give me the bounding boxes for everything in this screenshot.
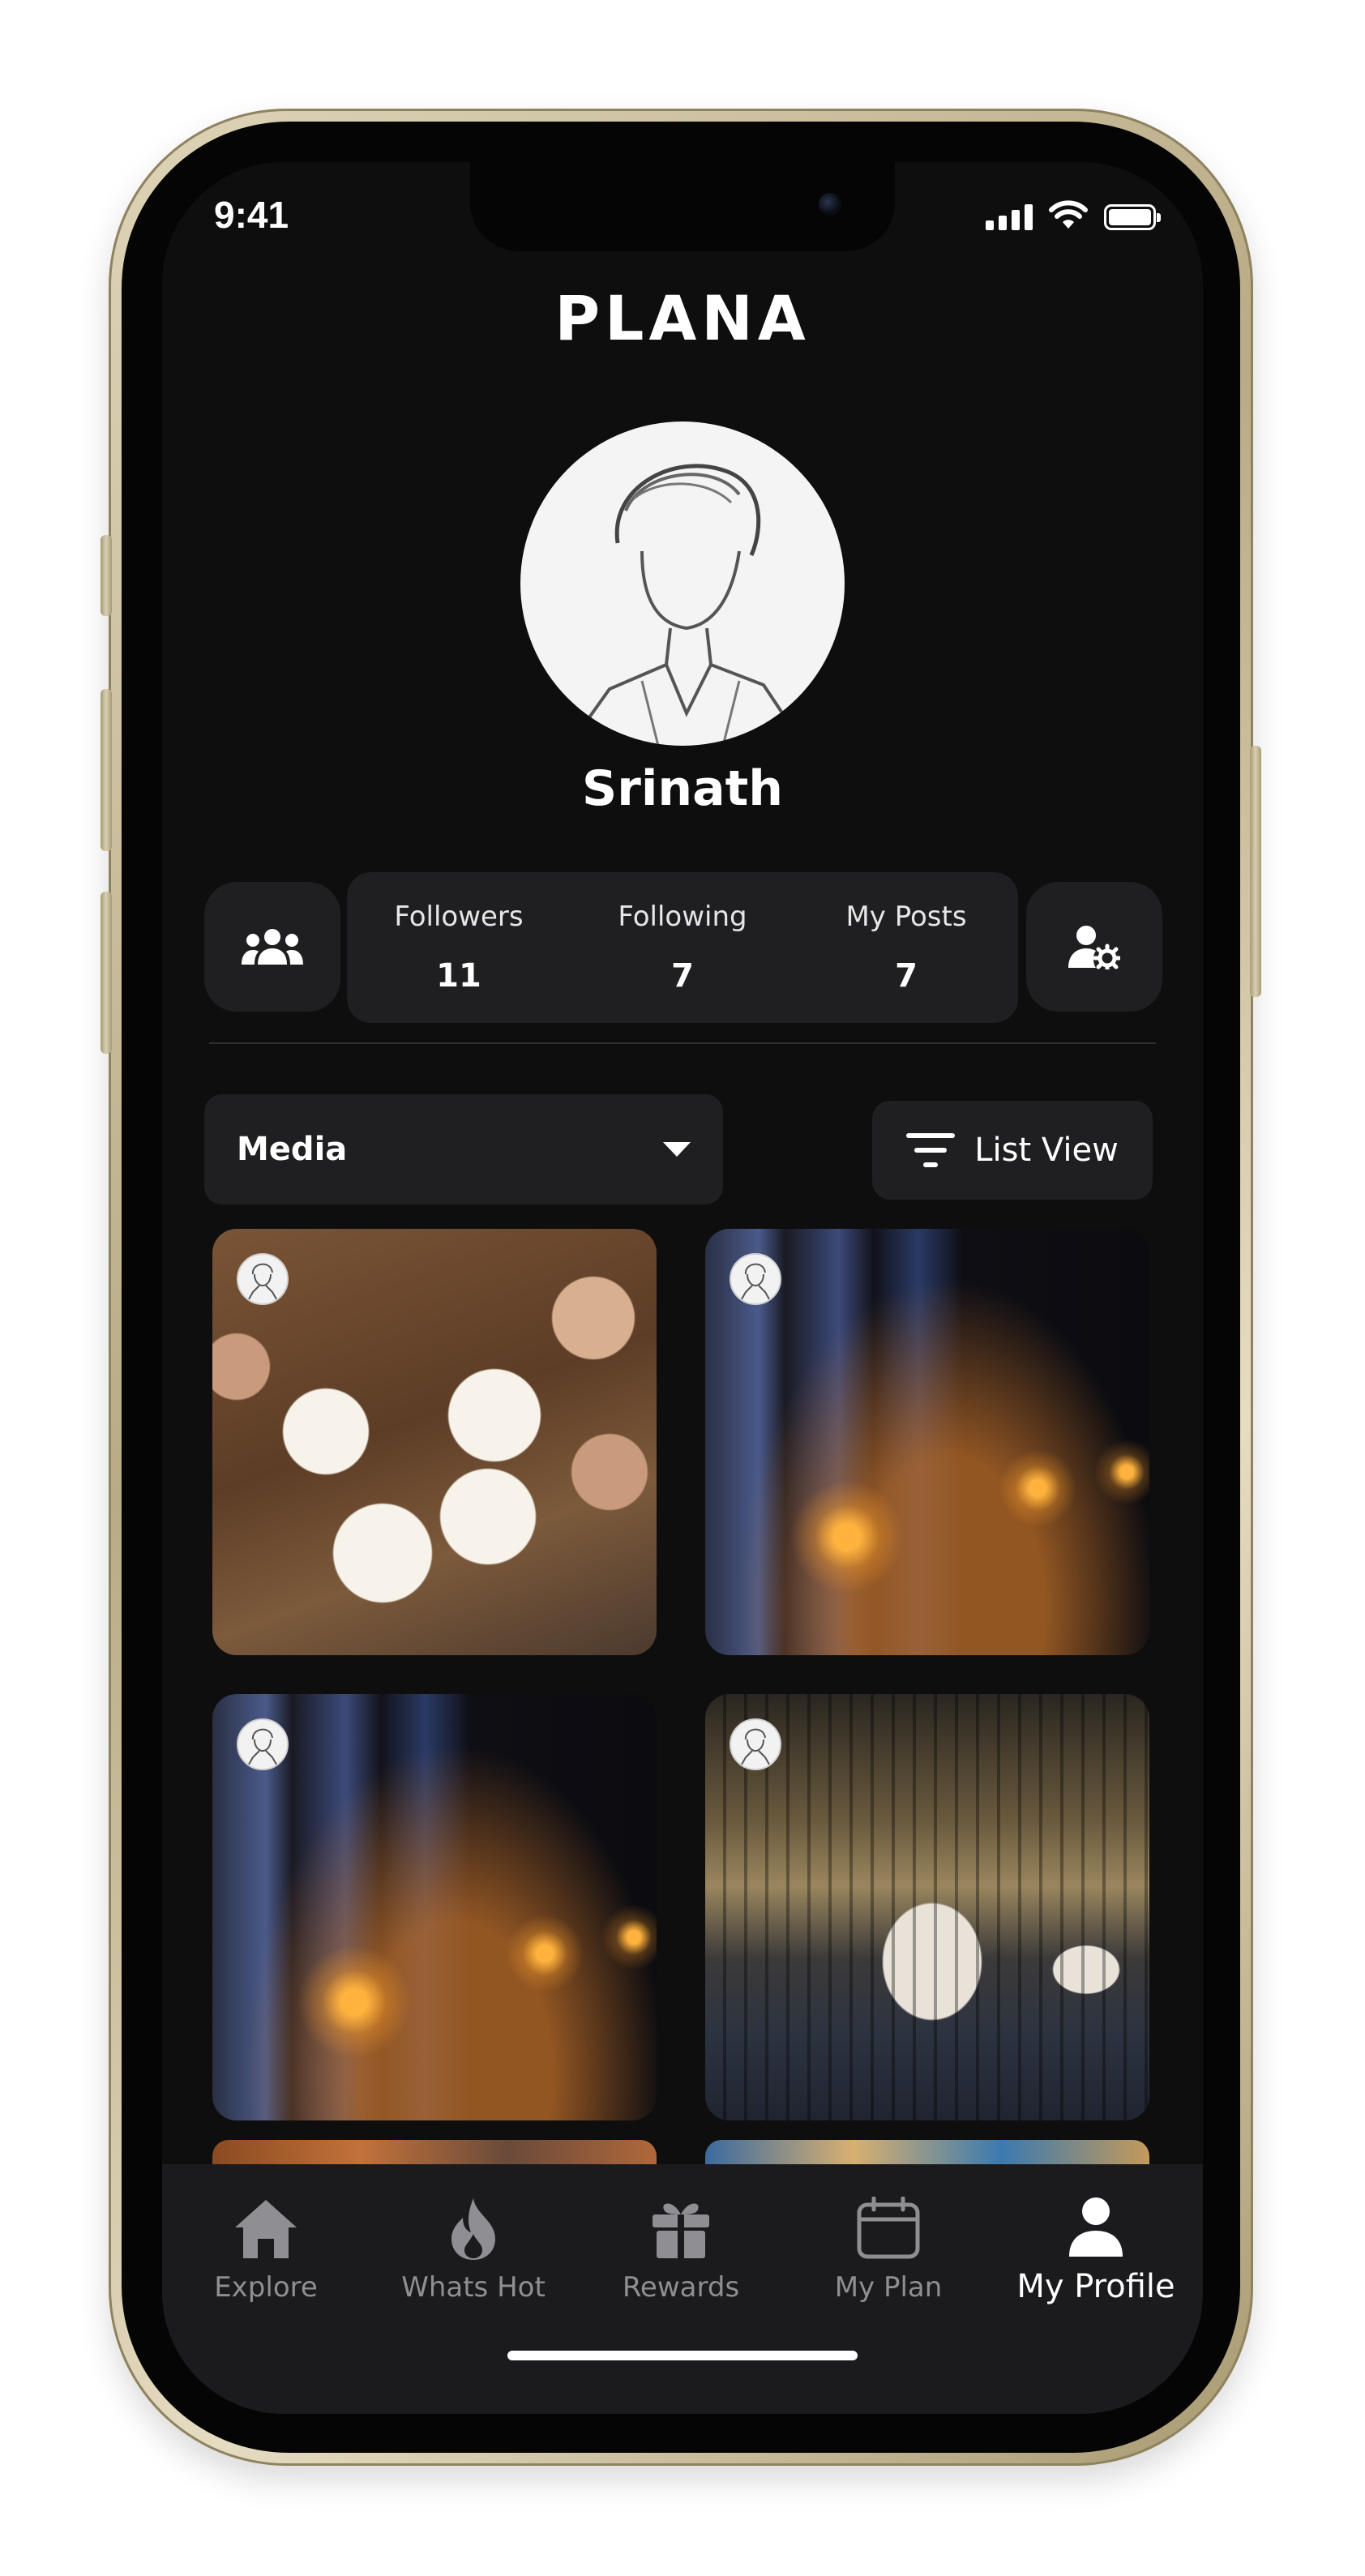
- section-divider: [209, 1042, 1156, 1044]
- user-settings-icon: [1068, 926, 1120, 969]
- post-author-avatar: [730, 1718, 781, 1770]
- profile-name: Srinath: [582, 760, 783, 817]
- stat-value: 7: [671, 957, 694, 995]
- media-tile[interactable]: [705, 1694, 1149, 2120]
- tab-label: My Profile: [1016, 2268, 1175, 2305]
- cellular-signal-icon: [986, 203, 1033, 230]
- stat-label: Following: [618, 901, 747, 933]
- person-icon: [1069, 2197, 1123, 2257]
- battery-icon: [1104, 204, 1161, 230]
- post-author-avatar: [730, 1253, 781, 1305]
- side-button-mute: [101, 535, 112, 616]
- list-view-button[interactable]: List View: [872, 1101, 1153, 1200]
- dropdown-value: Media: [237, 1131, 348, 1168]
- app-logo: PLANA: [554, 282, 811, 354]
- tab-my-profile[interactable]: My Profile: [992, 2197, 1200, 2305]
- group-icon: [242, 929, 303, 965]
- stat-value: 7: [895, 957, 918, 995]
- stat-followers[interactable]: Followers 11: [347, 872, 571, 1023]
- front-camera: [819, 193, 841, 216]
- friends-button[interactable]: [204, 882, 340, 1012]
- tab-my-plan[interactable]: My Plan: [785, 2197, 992, 2304]
- profile-stats: Followers 11 Following 7 My Posts 7: [347, 872, 1018, 1023]
- flame-icon: [451, 2198, 495, 2260]
- side-button-volume-up: [101, 689, 112, 851]
- gift-icon: [653, 2203, 709, 2258]
- stat-following[interactable]: Following 7: [571, 872, 794, 1023]
- wifi-icon: [1049, 200, 1088, 229]
- media-tile[interactable]: [212, 1229, 657, 1655]
- status-time: 9:41: [214, 194, 289, 236]
- home-icon: [235, 2200, 297, 2258]
- profile-avatar[interactable]: [520, 421, 845, 746]
- tab-label: My Plan: [834, 2271, 943, 2304]
- caret-down-icon: [663, 1142, 691, 1157]
- filter-lines-icon: [906, 1133, 956, 1167]
- tab-label: Whats Hot: [401, 2271, 546, 2304]
- media-tile[interactable]: [212, 1694, 657, 2120]
- tab-label: Explore: [214, 2271, 318, 2304]
- tab-whats-hot[interactable]: Whats Hot: [370, 2197, 577, 2304]
- post-author-avatar: [237, 1253, 289, 1305]
- stat-my-posts[interactable]: My Posts 7: [794, 872, 1018, 1023]
- list-view-label: List View: [974, 1132, 1119, 1169]
- notch: [470, 162, 895, 251]
- tab-rewards[interactable]: Rewards: [577, 2197, 785, 2304]
- media-tile[interactable]: [705, 1229, 1149, 1655]
- media-filter-dropdown[interactable]: Media: [204, 1094, 723, 1205]
- calendar-icon: [857, 2197, 920, 2259]
- app-screen: 9:41 PLANA Srinath Followers 11 Followin…: [162, 162, 1203, 2414]
- stat-label: Followers: [394, 901, 524, 933]
- tab-label: Rewards: [622, 2271, 740, 2304]
- side-button-power: [1250, 746, 1261, 997]
- home-indicator[interactable]: [507, 2351, 858, 2360]
- stat-label: My Posts: [845, 901, 967, 933]
- post-author-avatar: [237, 1718, 289, 1770]
- status-icons: [986, 199, 1161, 230]
- account-settings-button[interactable]: [1026, 882, 1162, 1012]
- stat-value: 11: [436, 957, 481, 995]
- tab-explore[interactable]: Explore: [162, 2197, 370, 2304]
- bottom-tab-bar: Explore Whats Hot Rewards My Plan My Pro…: [162, 2164, 1203, 2414]
- side-button-volume-down: [101, 892, 112, 1054]
- avatar-sketch-icon: [567, 464, 806, 746]
